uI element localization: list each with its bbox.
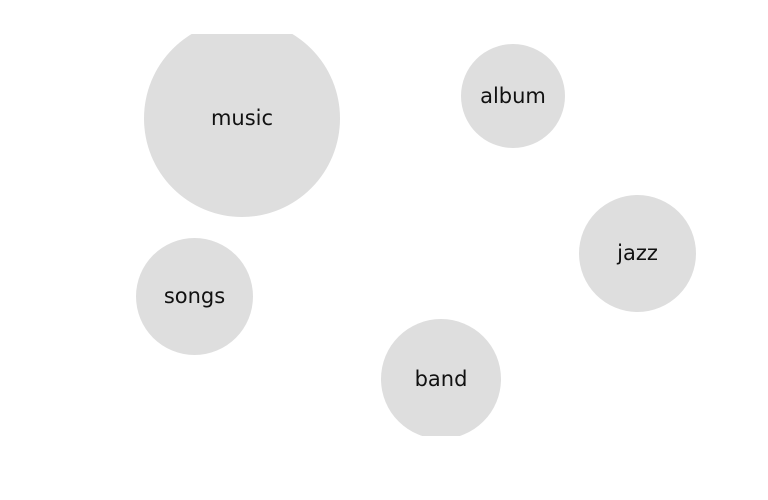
- bubble-music: music: [144, 34, 340, 217]
- bubble-songs: songs: [136, 238, 253, 355]
- bubble-label-album: album: [480, 83, 546, 108]
- bubble-jazz: jazz: [579, 195, 696, 312]
- bubble-band: band: [381, 319, 501, 436]
- bubble-label-songs: songs: [163, 284, 226, 308]
- bubble-label-jazz: jazz: [617, 241, 658, 265]
- bubble-label-band: band: [414, 366, 468, 391]
- bubble-diagram: music album jazz songs band: [0, 34, 768, 436]
- bubble-album: album: [461, 44, 565, 148]
- bubble-label-music: music: [210, 106, 274, 130]
